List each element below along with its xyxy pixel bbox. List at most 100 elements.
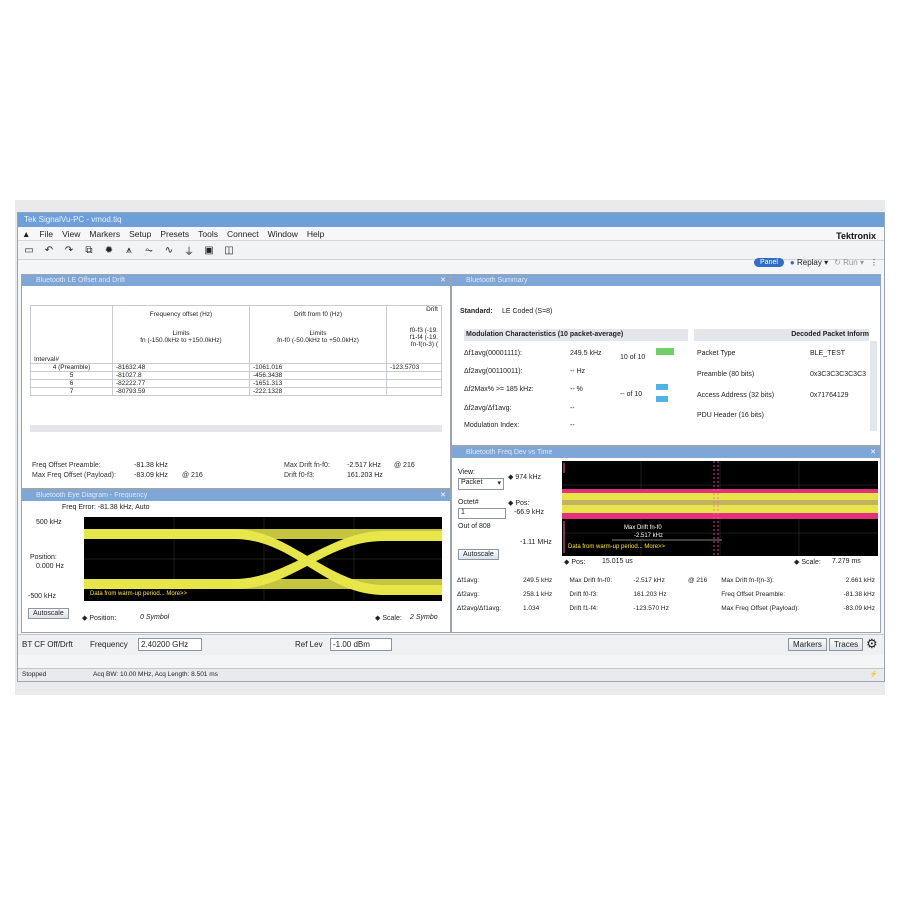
fdt-xpos-value[interactable]: 15.015 us <box>602 558 633 565</box>
menu-presets[interactable]: Presets <box>160 229 189 239</box>
marker-value: -2.517 kHz <box>634 533 664 539</box>
result-cell: -83.09 kHz <box>843 604 875 612</box>
table-row[interactable]: 5 -81027.8 -456.3438 <box>30 371 442 380</box>
menu-markers[interactable]: Markers <box>89 229 120 239</box>
menu-setup[interactable]: Setup <box>129 229 151 239</box>
menu-help[interactable]: Help <box>307 229 324 239</box>
freq-dev-panel: Bluetooth Freq Dev vs Time ✕ View: Packet… <box>451 446 881 633</box>
redo-icon[interactable]: ↷ <box>61 243 77 257</box>
foot-drift-label: Max Drift fn-f0: <box>284 462 330 469</box>
open-folder-icon[interactable]: ▭ <box>21 243 37 257</box>
col-frequency-offset: Frequency offset (Hz) Limits fn (-150.0k… <box>112 305 250 364</box>
result-cell: -81.38 kHz <box>843 590 875 598</box>
menu-tools[interactable]: Tools <box>198 229 218 239</box>
measurement-name[interactable]: BT CF Off/Drft <box>22 640 73 649</box>
frequency-input[interactable]: 2.40200 GHz <box>138 638 202 651</box>
view-select[interactable]: Packet ▾ <box>458 478 504 490</box>
result-cell: Δf1avg: <box>457 576 480 584</box>
foot-payload-value: -83.09 kHz <box>134 472 168 479</box>
close-icon[interactable]: ✕ <box>440 275 446 286</box>
ref-level-input[interactable]: -1.00 dBm <box>330 638 392 651</box>
fdt-autoscale-button[interactable]: Autoscale <box>458 549 499 560</box>
spectrum-icon[interactable]: ⩚ <box>121 243 137 257</box>
fdt-pos-value[interactable]: -66.9 kHz <box>514 509 544 516</box>
run-button[interactable]: ↻ Run ▾ <box>834 258 864 267</box>
eye-position-ctrl[interactable]: ◆ Position: <box>82 614 116 622</box>
mod-characteristics-title: Modulation Characteristics (10 packet-av… <box>464 329 688 341</box>
eye-autoscale-button[interactable]: Autoscale <box>28 608 69 619</box>
run-state: Stopped <box>22 671 47 678</box>
pass-indicator <box>656 348 674 355</box>
close-icon[interactable]: ✕ <box>440 490 446 501</box>
fdt-results-table: Δf1avg: 249.5 kHz Max Drift fn-f0: -2.517 k… <box>454 573 878 615</box>
panel-toggle[interactable]: Panel <box>753 258 784 267</box>
mod-row-key: Modulation Index: <box>464 422 520 429</box>
windows-icon[interactable]: ⧉ <box>81 243 97 257</box>
signal-icon[interactable]: ⏚ <box>181 243 197 258</box>
eye-position-value[interactable]: 0.000 Hz <box>36 563 64 570</box>
cell-drift2 <box>386 379 442 388</box>
mod-row-key: Δf2avg/Δf1avg: <box>464 405 512 412</box>
ref-level-label: Ref Lev <box>295 640 323 649</box>
cell-drift: -1651.313 <box>249 379 387 388</box>
table-row[interactable]: 4 (Preamble) -81632.48 -1061.016 -123.5703 <box>30 363 442 372</box>
table-hscrollbar[interactable] <box>30 425 442 432</box>
cell-interval: 6 <box>30 379 113 388</box>
pulse-icon[interactable]: ⏦ <box>141 243 157 257</box>
mod-row-value: 249.5 kHz <box>570 350 602 357</box>
alert-icon[interactable]: ⚡ <box>870 669 878 681</box>
menu-view[interactable]: View <box>62 229 80 239</box>
fdt-xscale-value[interactable]: 7.279 ms <box>832 558 861 565</box>
eye-diagram-plot[interactable]: Data from warm-up period... More>> <box>84 517 442 601</box>
cell-interval: 7 <box>30 387 113 396</box>
cell-interval: 5 <box>30 371 113 380</box>
more-menu-icon[interactable]: ⋮ <box>870 258 878 267</box>
cell-drift: -456.3438 <box>249 371 387 380</box>
fdt-pos-label-text: Pos: <box>515 500 530 507</box>
summary-vscrollbar[interactable] <box>870 341 877 431</box>
eye-scale-value[interactable]: 2 Symbo <box>410 614 438 621</box>
na-indicator <box>656 384 668 390</box>
octet-input[interactable]: 1 <box>458 508 506 519</box>
waveform-icon[interactable]: ∿ <box>161 243 177 257</box>
fdt-xscale-ctrl[interactable]: ◆ Scale: <box>794 558 821 566</box>
control-bar: BT CF Off/Drft Frequency 2.40200 GHz Ref… <box>18 634 884 655</box>
cell-drift: -1061.016 <box>249 363 387 372</box>
fdt-note[interactable]: Data from warm-up period... More>> <box>568 544 665 550</box>
traces-button[interactable]: Traces <box>829 638 864 651</box>
cell-interval: 4 (Preamble) <box>30 363 113 372</box>
brand-logo: Tektronix <box>836 231 876 241</box>
menu-connect[interactable]: Connect <box>227 229 259 239</box>
replay-button[interactable]: ● Replay ▾ <box>790 258 828 267</box>
app-menu-icon[interactable]: ▲ <box>22 229 30 239</box>
col-drift2: Drift f0-f3 (-19. f1-f4 (-19. fn-f(n-3) … <box>386 305 442 364</box>
menu-file[interactable]: File <box>39 229 53 239</box>
run-label: Run <box>843 258 858 267</box>
offset-drift-title: Bluetooth LE Offset and Drift ✕ <box>22 275 450 286</box>
freq-dev-plot[interactable]: Max Drift fn-f0 -2.517 kHz Data from war… <box>562 461 878 556</box>
markers-button[interactable]: Markers <box>788 638 827 651</box>
decoded-packet-title: Decoded Packet Inform <box>694 329 869 341</box>
close-icon[interactable]: ✕ <box>870 447 876 458</box>
camera-icon[interactable]: ▣ <box>201 243 217 257</box>
col-interval: Interval# <box>30 305 113 364</box>
mod-row-count: -- of 10 <box>620 391 643 398</box>
print-icon[interactable]: ◫ <box>221 243 237 257</box>
settings-gear-icon[interactable]: ✹ <box>101 243 117 257</box>
result-cell: @ 216 <box>687 576 708 584</box>
settings-gear-icon[interactable]: ⚙ <box>866 636 878 652</box>
result-cell <box>685 601 718 615</box>
mod-row-count: 10 of 10 <box>620 354 646 361</box>
menu-window[interactable]: Window <box>268 229 298 239</box>
table-row[interactable]: 7 -80793.59 -222.1328 <box>30 387 442 396</box>
eye-note[interactable]: Data from warm-up period... More>> <box>90 591 187 597</box>
eye-scale-ctrl[interactable]: ◆ Scale: <box>375 614 402 622</box>
eye-position-ctrl-value[interactable]: 0 Symbol <box>140 614 169 621</box>
undo-icon[interactable]: ↶ <box>41 243 57 257</box>
table-row[interactable]: 6 -82222.77 -1651.313 <box>30 379 442 388</box>
col-freq-title: Frequency offset (Hz) <box>149 311 213 318</box>
eye-position-label: Position: <box>30 554 57 561</box>
cell-freq: -82222.77 <box>112 379 250 388</box>
col-freq-limits: Limits <box>172 330 190 337</box>
fdt-xpos-ctrl[interactable]: ◆ Pos: <box>564 558 585 566</box>
